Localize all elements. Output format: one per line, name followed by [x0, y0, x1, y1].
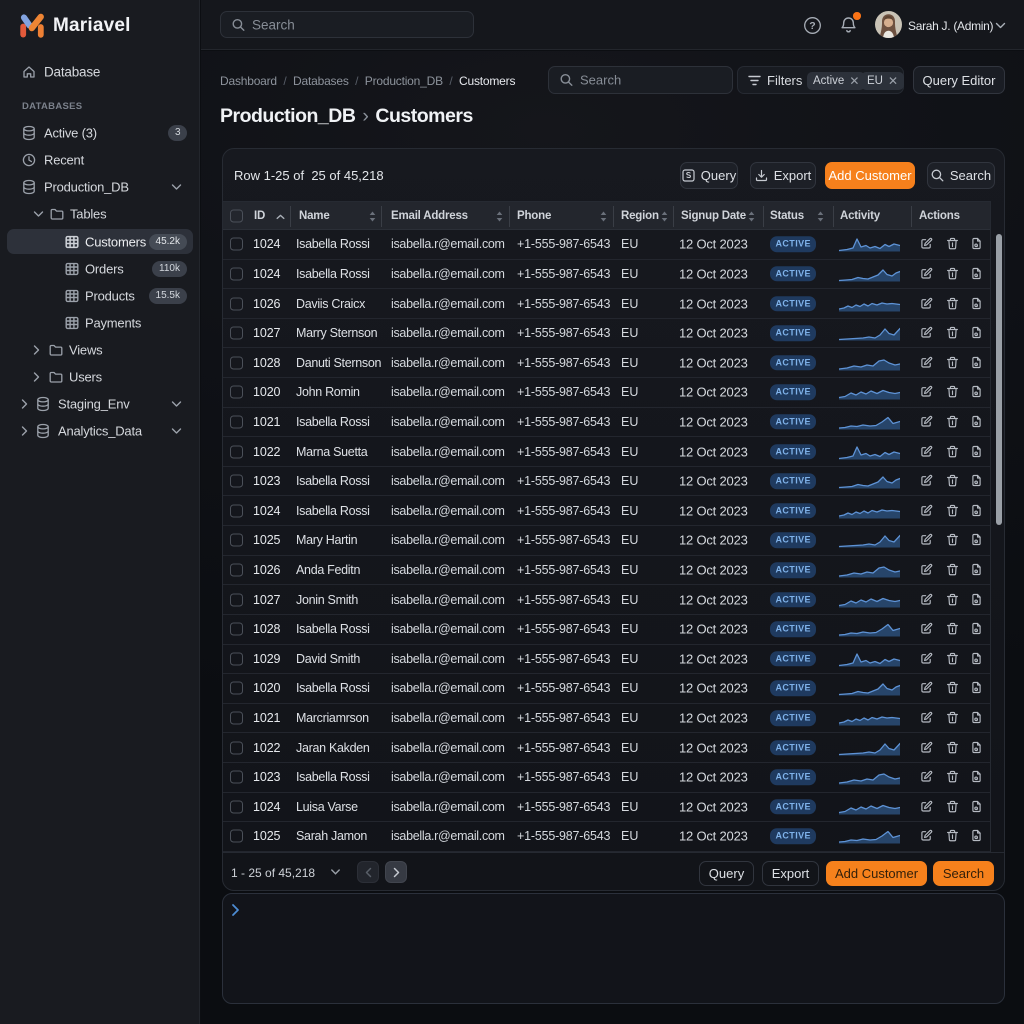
svg-text:?: ? [809, 20, 815, 32]
